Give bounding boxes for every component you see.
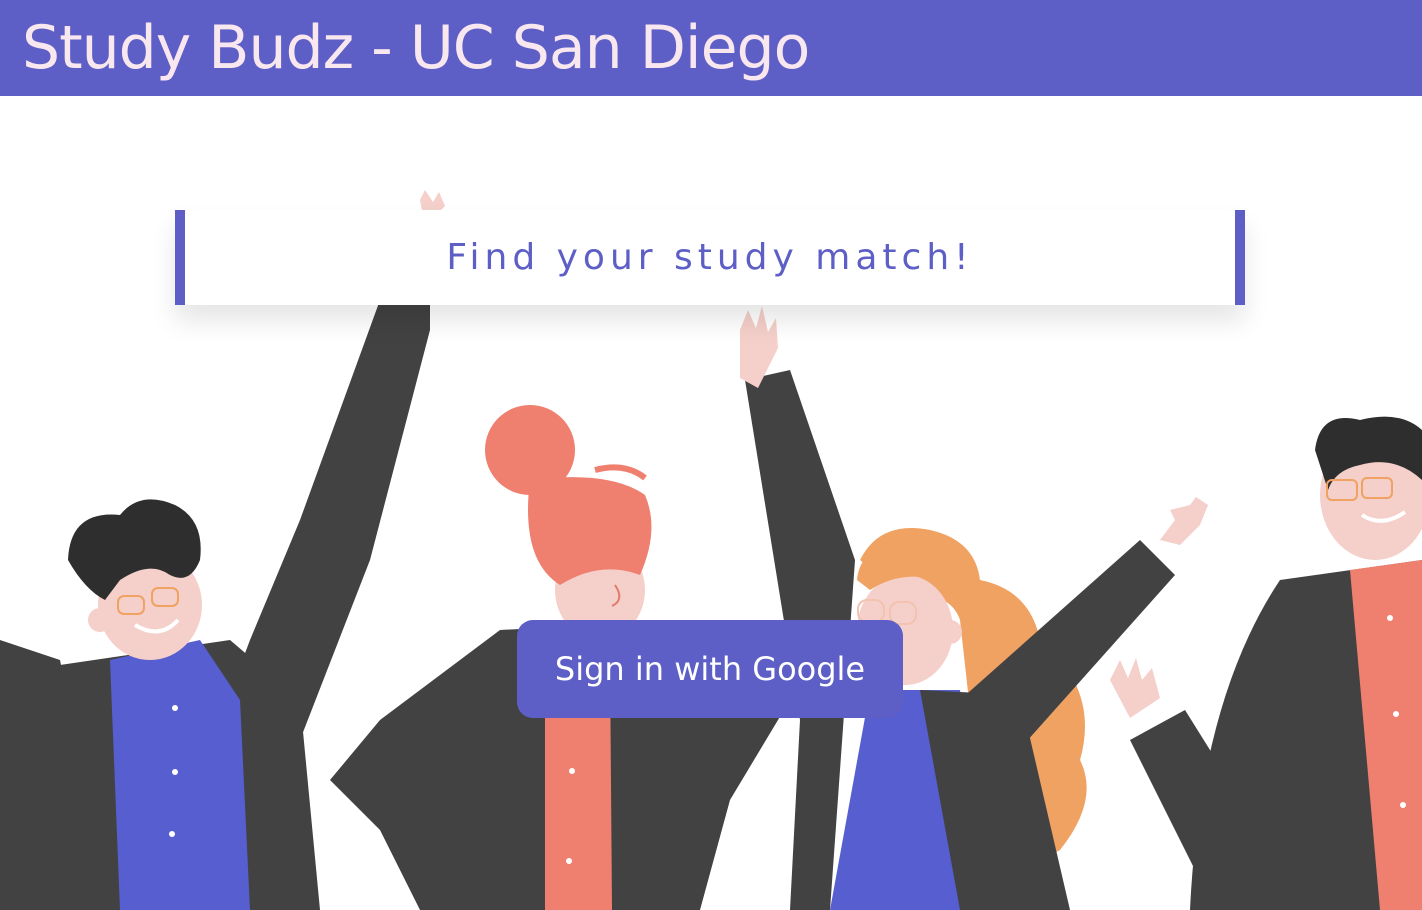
tagline-card: Find your study match!: [175, 210, 1245, 305]
app-title: Study Budz - UC San Diego: [22, 13, 810, 83]
student-figure-center-right: [740, 306, 1087, 910]
tagline-text: Find your study match!: [446, 237, 974, 278]
app-header: Study Budz - UC San Diego: [0, 0, 1422, 96]
student-figure-right: [1110, 416, 1422, 910]
google-signin-button[interactable]: Sign in with Google: [517, 620, 903, 718]
